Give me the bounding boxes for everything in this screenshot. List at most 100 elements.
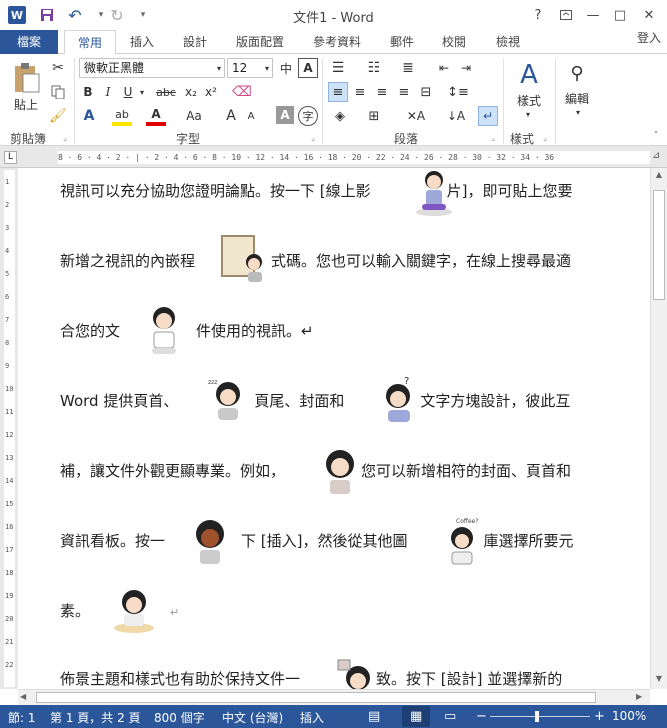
cut-icon[interactable]: ✂ <box>48 58 68 78</box>
girl-with-book-illustration[interactable] <box>144 304 184 356</box>
tab-design[interactable]: 設計 <box>175 30 215 54</box>
paste-button-label[interactable]: 貼上 <box>8 96 44 112</box>
shrink-font-button[interactable]: A <box>242 106 260 126</box>
superscript-button[interactable]: x² <box>202 82 220 102</box>
font-launcher-icon[interactable]: ⌟ <box>308 132 318 142</box>
vertical-scroll-thumb[interactable] <box>653 190 665 300</box>
vertical-scrollbar[interactable]: ▲ ▼ <box>650 168 667 689</box>
line-spacing-icon[interactable]: ↕≡ <box>446 82 470 102</box>
show-hide-marks-button[interactable]: ↵ <box>478 106 498 126</box>
zoom-out-icon[interactable]: − <box>476 709 487 724</box>
tab-references[interactable]: 參考資料 <box>305 30 369 54</box>
justify-icon[interactable]: ≡ <box>394 82 414 102</box>
clear-formatting-icon[interactable]: ⌫ <box>232 82 252 102</box>
distributed-icon[interactable]: ⊟ <box>416 82 436 102</box>
paragraph-launcher-icon[interactable]: ⌟ <box>488 132 498 142</box>
align-left-button[interactable]: ≡ <box>328 82 348 102</box>
shading-icon[interactable]: ◈ <box>328 106 352 126</box>
read-mode-icon[interactable]: ▤ <box>368 709 380 724</box>
bold-button[interactable]: B <box>79 82 97 102</box>
align-right-icon[interactable]: ≡ <box>372 82 392 102</box>
sign-in-link[interactable]: 登入 <box>632 26 666 50</box>
girl-drawing-board-illustration[interactable] <box>220 234 266 284</box>
styles-launcher-icon[interactable]: ⌟ <box>540 132 550 142</box>
zoom-in-icon[interactable]: + <box>594 709 605 724</box>
decrease-indent-icon[interactable]: ⇤ <box>434 58 454 78</box>
document-page[interactable]: 視訊可以充分協助您證明論點。按一下 [線上影 片]，即可貼上您要 新增之視訊的內嵌… <box>18 168 650 689</box>
italic-button[interactable]: I <box>99 82 117 102</box>
tab-view[interactable]: 檢視 <box>488 30 528 54</box>
tab-home[interactable]: 常用 <box>64 30 116 55</box>
horizontal-ruler[interactable]: 8 · 6 · 4 · 2 · | · 2 · 4 · 6 · 8 · 10 ·… <box>58 151 650 164</box>
borders-icon[interactable]: ⊞ <box>362 106 386 126</box>
phonetic-guide-icon[interactable]: 中 <box>276 58 296 78</box>
grow-font-button[interactable]: A <box>222 106 240 126</box>
girl-waving-illustration[interactable] <box>336 654 380 689</box>
underline-dropdown-icon[interactable]: ▾ <box>137 82 147 102</box>
print-layout-icon[interactable]: ▦ <box>410 709 422 724</box>
ruler-toggle-icon[interactable]: ⊿ <box>652 150 665 164</box>
restore-button[interactable]: □ <box>607 4 633 26</box>
numbering-icon[interactable]: ☷ <box>364 58 384 78</box>
center-icon[interactable]: ≡ <box>350 82 370 102</box>
asian-layout-icon[interactable]: ✕A <box>404 106 428 126</box>
tab-insert[interactable]: 插入 <box>122 30 162 54</box>
editing-button[interactable]: 編輯 <box>556 90 598 106</box>
copy-icon[interactable] <box>48 82 68 102</box>
help-button[interactable]: ? <box>525 4 551 26</box>
girl-with-note-illustration[interactable] <box>318 444 362 496</box>
sort-icon[interactable]: ↓A <box>446 106 466 126</box>
tab-selector-icon[interactable]: L <box>4 151 17 164</box>
scroll-right-icon[interactable]: ▶ <box>636 692 648 704</box>
girl-worried-illustration[interactable] <box>110 582 158 634</box>
format-painter-icon[interactable]: 🖌 <box>48 106 68 126</box>
character-border-icon[interactable]: A <box>298 58 318 78</box>
girl-hiding-illustration[interactable]: zzz <box>206 374 250 424</box>
enclose-characters-button[interactable]: 字 <box>298 106 318 126</box>
text-effects-button[interactable]: A <box>79 106 99 126</box>
girl-thinking-illustration[interactable] <box>188 514 232 566</box>
font-color-button[interactable]: A <box>146 106 166 126</box>
insert-mode-indicator[interactable]: 插入 <box>300 709 324 726</box>
tab-layout[interactable]: 版面配置 <box>228 30 292 54</box>
styles-button[interactable]: 樣式 <box>508 92 550 108</box>
binoculars-icon[interactable]: ⚲ <box>562 58 592 88</box>
ribbon-display-options-icon[interactable] <box>553 4 579 26</box>
close-button[interactable]: ✕ <box>636 4 662 26</box>
increase-indent-icon[interactable]: ⇥ <box>456 58 476 78</box>
zoom-level[interactable]: 100% <box>612 709 646 723</box>
clipboard-launcher-icon[interactable]: ⌟ <box>60 132 70 142</box>
vertical-ruler[interactable]: 1 2 3 4 5 6 7 8 9 10 11 12 13 14 15 16 17 18 19 20 21 22 <box>0 168 18 689</box>
tab-file[interactable]: 檔案 <box>0 30 58 54</box>
font-size-dropdown-icon[interactable]: ▾ <box>261 59 273 77</box>
web-layout-icon[interactable]: ▭ <box>444 709 456 724</box>
girl-sitting-illustration[interactable] <box>410 168 458 216</box>
strikethrough-button[interactable]: abc <box>152 82 180 102</box>
scroll-down-icon[interactable]: ▼ <box>652 674 666 686</box>
change-case-button[interactable]: Aa <box>182 106 206 126</box>
girl-question-illustration[interactable]: ? <box>378 374 422 424</box>
horizontal-scrollbar[interactable]: ◀ ▶ <box>18 689 650 705</box>
language-indicator[interactable]: 中文 (台灣) <box>222 709 283 726</box>
subscript-button[interactable]: x₂ <box>182 82 200 102</box>
scroll-left-icon[interactable]: ◀ <box>20 692 32 704</box>
minimize-button[interactable]: — <box>580 4 606 26</box>
highlight-color-button[interactable]: ab <box>112 106 132 126</box>
editing-dropdown-icon[interactable]: ▾ <box>570 106 586 118</box>
font-name-select[interactable]: 微軟正黑體 <box>79 58 225 78</box>
paste-icon[interactable] <box>8 60 44 96</box>
tab-review[interactable]: 校閱 <box>434 30 474 54</box>
word-count[interactable]: 800 個字 <box>154 709 205 726</box>
styles-dropdown-icon[interactable]: ▾ <box>520 108 536 120</box>
page-indicator[interactable]: 第 1 頁，共 2 頁 <box>50 709 141 726</box>
girl-coffee-illustration[interactable]: Coffee? <box>442 514 486 566</box>
scroll-up-icon[interactable]: ▲ <box>652 170 666 182</box>
bullets-icon[interactable]: ☰ <box>328 58 348 78</box>
tab-mailings[interactable]: 郵件 <box>382 30 422 54</box>
zoom-slider[interactable] <box>490 716 590 717</box>
zoom-slider-thumb[interactable] <box>535 711 539 722</box>
section-indicator[interactable]: 節: 1 <box>8 709 36 726</box>
font-name-dropdown-icon[interactable]: ▾ <box>213 59 225 77</box>
horizontal-scroll-thumb[interactable] <box>36 692 596 703</box>
styles-icon[interactable]: A <box>512 58 546 92</box>
